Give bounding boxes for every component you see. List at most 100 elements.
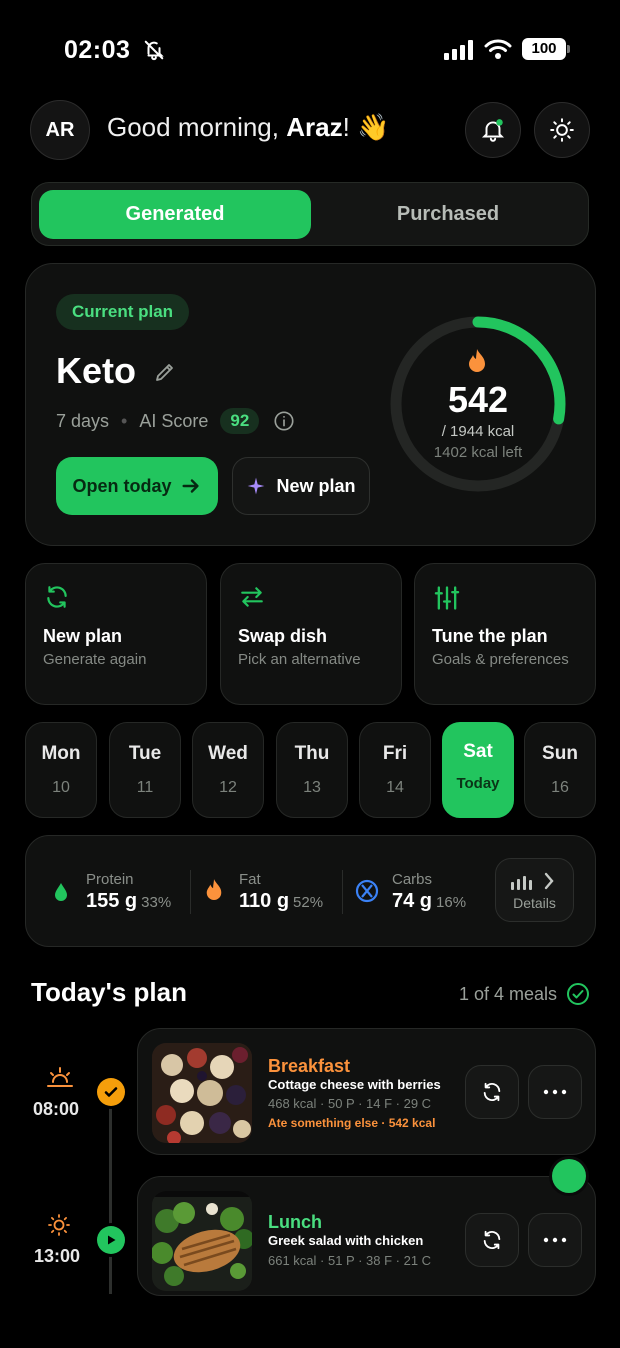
day-number: 16 — [551, 779, 569, 796]
avatar[interactable]: AR — [30, 100, 90, 160]
open-today-label: Open today — [72, 475, 172, 496]
action-new-plan[interactable]: New plan Generate again — [25, 563, 207, 705]
day-name: Thu — [294, 743, 330, 764]
flame-icon — [206, 879, 222, 900]
meal-card-breakfast[interactable]: Breakfast Cottage cheese with berries 46… — [137, 1028, 596, 1155]
current-meal-indicator-dot[interactable] — [552, 1159, 586, 1193]
macro-fat: Fat 110 g 52% — [239, 871, 323, 913]
swap-icon — [241, 587, 263, 607]
swap-meal-button[interactable] — [465, 1065, 519, 1119]
macro-label: Carbs — [392, 871, 433, 888]
macro-value: 110 g — [239, 890, 290, 912]
meal-time: 13:00 — [34, 1246, 81, 1266]
meal-note: Ate something else · 542 kcal — [268, 1116, 436, 1130]
ai-score-badge: 92 — [220, 408, 260, 434]
meal-name: Lunch — [268, 1212, 322, 1232]
swap-meal-button[interactable] — [465, 1213, 519, 1267]
meal-more-button[interactable] — [528, 1213, 582, 1267]
notifications-button[interactable] — [465, 102, 521, 158]
plan-duration: 7 days — [56, 410, 110, 431]
timeline-line — [109, 1104, 112, 1294]
day-number: 10 — [52, 779, 70, 796]
greeting-prefix: Good morning, — [107, 112, 287, 142]
day-mon[interactable]: Mon 10 — [25, 722, 97, 818]
calories-eaten: 542 — [447, 379, 509, 420]
new-plan-label: New plan — [276, 475, 356, 496]
day-name: Fri — [382, 743, 408, 764]
macro-percent: 16% — [436, 894, 467, 911]
info-icon[interactable] — [273, 410, 295, 432]
current-plan-card: Current plan Keto 7 days • AI Score 92 O… — [25, 263, 596, 546]
flame-icon — [469, 349, 485, 372]
cottage-cheese-image — [152, 1043, 252, 1143]
action-title: Tune the plan — [432, 626, 548, 646]
action-subtitle: Pick an alternative — [238, 651, 361, 668]
edit-pencil-icon[interactable] — [153, 360, 177, 384]
calories-left: 1402 kcal left — [433, 444, 523, 461]
divider — [342, 870, 343, 914]
action-subtitle: Generate again — [43, 651, 147, 668]
action-tune-plan[interactable]: Tune the plan Goals & preferences — [414, 563, 596, 705]
macro-label: Fat — [239, 871, 261, 888]
day-tue[interactable]: Tue 11 — [109, 722, 181, 818]
separator-dot: • — [121, 410, 128, 431]
tab-purchased[interactable]: Purchased — [312, 190, 584, 239]
theme-toggle-button[interactable] — [534, 102, 590, 158]
sparkle-icon — [248, 477, 265, 495]
day-wed[interactable]: Wed 12 — [192, 722, 264, 818]
day-number: Today — [456, 775, 500, 792]
check-circle-icon — [567, 983, 590, 1005]
play-icon — [108, 1235, 116, 1245]
action-swap-dish[interactable]: Swap dish Pick an alternative — [220, 563, 402, 705]
sun-icon — [48, 1214, 70, 1236]
meal-time: 08:00 — [33, 1099, 80, 1119]
plan-name: Keto — [56, 350, 136, 391]
bell-off-icon — [144, 40, 164, 61]
calorie-summary: 542 / 1944 kcal 1402 kcal left — [398, 379, 558, 461]
wifi-icon — [484, 39, 512, 59]
wave-emoji: 👋 — [357, 112, 390, 142]
new-plan-button[interactable]: New plan — [232, 457, 370, 515]
day-name: Tue — [128, 743, 162, 764]
tab-generated[interactable]: Generated — [39, 190, 311, 239]
macros-details-button[interactable]: Details — [495, 858, 574, 922]
refresh-icon — [483, 1082, 501, 1102]
macro-value: 74 g — [392, 890, 433, 912]
sun-icon — [550, 118, 574, 142]
meal-photo — [152, 1043, 252, 1143]
day-sat-today[interactable]: Sat Today — [442, 722, 514, 818]
meal-dish: Greek salad with chicken — [268, 1233, 424, 1248]
chevron-right-icon — [544, 872, 554, 890]
refresh-icon — [483, 1230, 501, 1250]
meal-name: Breakfast — [268, 1056, 351, 1076]
day-number: 14 — [386, 779, 404, 796]
meal-dish: Cottage cheese with berries — [268, 1077, 441, 1092]
details-label: Details — [513, 895, 556, 911]
bar-chart-icon — [511, 876, 532, 890]
plan-meta: 7 days • AI Score 92 — [56, 408, 295, 434]
day-sun[interactable]: Sun 16 — [524, 722, 596, 818]
current-plan-chip: Current plan — [56, 294, 190, 330]
action-subtitle: Goals & preferences — [432, 651, 569, 668]
macros-card: Protein 155 g 33% Fat 110 g 52% Carbs 74 g… — [25, 835, 596, 947]
day-name: Wed — [208, 743, 248, 764]
sliders-icon — [434, 586, 460, 610]
open-today-button[interactable]: Open today — [56, 457, 218, 515]
macro-protein: Protein 155 g 33% — [86, 871, 171, 913]
greeting: Good morning, Araz! 👋 — [107, 112, 389, 143]
macro-value: 155 g — [86, 890, 138, 912]
divider — [190, 870, 191, 914]
macro-carbs: Carbs 74 g 16% — [392, 871, 466, 913]
meal-card-lunch[interactable]: Lunch Greek salad with chicken 661 kcal … — [137, 1176, 596, 1296]
grain-icon — [355, 879, 379, 903]
action-title: New plan — [43, 626, 123, 646]
day-thu[interactable]: Thu 13 — [276, 722, 348, 818]
calories-total: / 1944 kcal — [441, 423, 515, 440]
macro-label: Protein — [86, 871, 134, 888]
meal-more-button[interactable] — [528, 1065, 582, 1119]
meal-stats: 661 kcal · 51 P · 38 F · 21 C — [268, 1253, 432, 1268]
drop-icon — [55, 883, 67, 901]
battery-icon: 100 — [522, 38, 570, 60]
day-fri[interactable]: Fri 14 — [359, 722, 431, 818]
day-number: 12 — [219, 779, 237, 796]
